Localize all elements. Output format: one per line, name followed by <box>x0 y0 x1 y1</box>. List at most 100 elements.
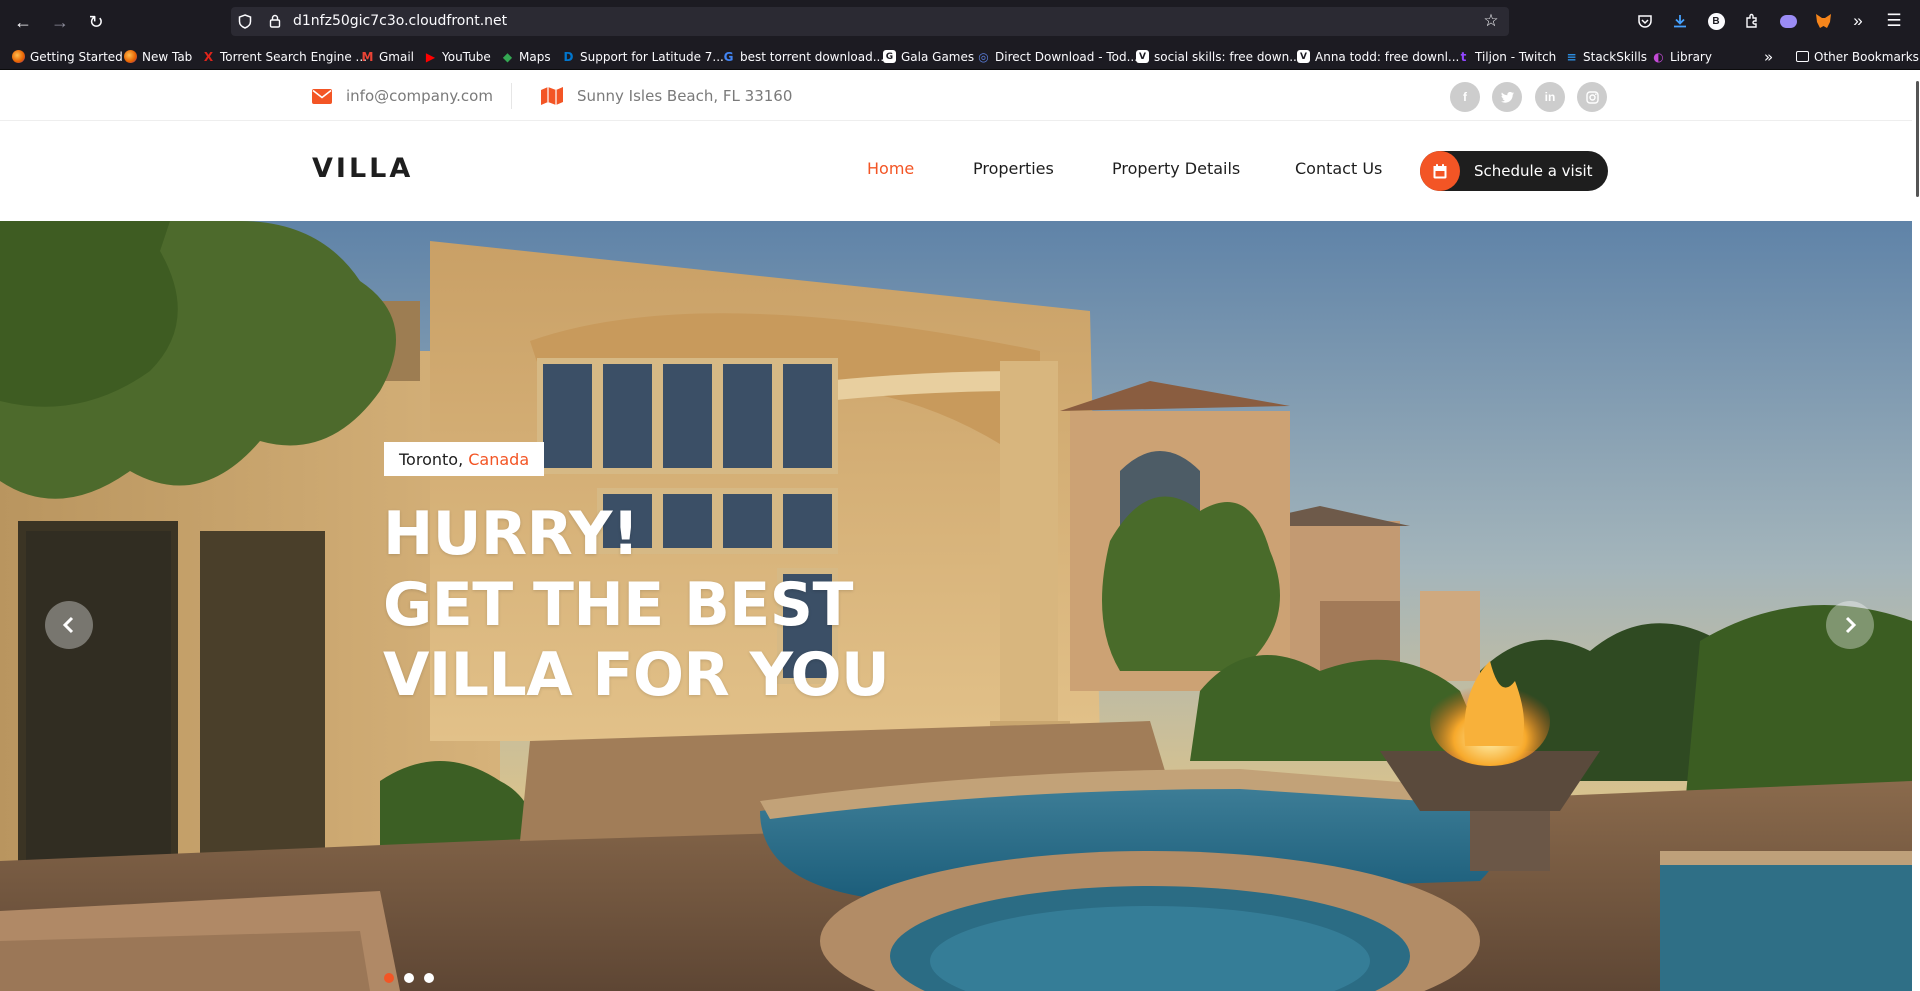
account-icon[interactable]: B <box>1706 11 1726 31</box>
bookmark-label: Anna todd: free downl... <box>1315 49 1460 64</box>
chevron-right-icon <box>1845 616 1857 634</box>
slide-indicator-dot[interactable] <box>404 973 414 983</box>
email-info[interactable]: info@company.com <box>312 84 493 108</box>
bookmark-item[interactable]: New Tab <box>124 48 192 65</box>
browser-toolbar: ← → ↻ d1nfz50gic7c3o.cloudfront.net ☆ B … <box>0 0 1920 43</box>
bookmarks-toolbar: Getting Started New Tab X Torrent Search En… <box>0 43 1920 70</box>
prev-slide-button[interactable] <box>45 601 93 649</box>
bookmark-label: Maps <box>519 49 551 64</box>
metamask-icon[interactable] <box>1813 11 1833 31</box>
download-icon[interactable] <box>1670 11 1690 31</box>
facebook-icon[interactable]: f <box>1450 82 1480 112</box>
youtube-icon: ▶ <box>425 49 436 64</box>
other-bookmarks[interactable]: Other Bookmarks <box>1796 48 1919 65</box>
bookmark-label: Support for Latitude 7... <box>580 49 724 64</box>
maps-icon: ◆ <box>502 49 513 64</box>
linkedin-icon[interactable]: in <box>1535 82 1565 112</box>
firefox-icon <box>12 50 25 63</box>
v-icon: V <box>1136 50 1149 63</box>
firefox-icon <box>124 50 137 63</box>
page-scrollbar[interactable] <box>1912 71 1920 991</box>
extensions-icon[interactable] <box>1742 11 1762 31</box>
logo[interactable]: VILLA <box>312 153 413 184</box>
overflow-chevron-icon[interactable]: » <box>1848 11 1868 31</box>
instagram-icon[interactable] <box>1577 82 1607 112</box>
forward-icon[interactable]: → <box>47 9 73 35</box>
bookmark-item[interactable]: ≡ StackSkills <box>1565 48 1647 65</box>
info-divider <box>511 83 512 109</box>
pocket-icon[interactable] <box>1635 11 1655 31</box>
address-info: Sunny Isles Beach, FL 33160 <box>541 84 792 108</box>
scrollbar-thumb[interactable] <box>1916 81 1919 197</box>
other-bookmarks-label: Other Bookmarks <box>1814 49 1919 64</box>
hero-slider: Toronto, Canada HURRY! GET THE BEST VILL… <box>0 221 1912 991</box>
sub-header: info@company.com Sunny Isles Beach, FL 3… <box>0 71 1912 121</box>
bookmark-item[interactable]: ◆ Maps <box>501 48 551 65</box>
hero-villa-image <box>0 221 1912 991</box>
bookmark-item[interactable]: ▶ YouTube <box>424 48 491 65</box>
gala-icon: G <box>883 50 896 63</box>
nav-contact-us[interactable]: Contact Us <box>1295 159 1382 178</box>
location-badge: Toronto, Canada <box>384 442 545 476</box>
twitter-icon[interactable] <box>1492 82 1522 112</box>
menu-icon[interactable]: ☰ <box>1884 11 1904 31</box>
bookmark-label: Torrent Search Engine ... <box>220 49 367 64</box>
bookmark-item[interactable]: G Gala Games <box>883 48 974 65</box>
bookmark-item[interactable]: Gbest torrent download... <box>722 48 885 65</box>
gmail-icon: M <box>361 49 374 64</box>
bookmark-label: Tiljon - Twitch <box>1475 49 1557 64</box>
schedule-visit-button[interactable]: Schedule a visit <box>1420 151 1608 191</box>
v-icon: V <box>1297 50 1310 63</box>
page-viewport: info@company.com Sunny Isles Beach, FL 3… <box>0 71 1920 991</box>
star-icon[interactable]: ☆ <box>1481 11 1501 31</box>
nav-property-details[interactable]: Property Details <box>1112 159 1240 178</box>
envelope-icon <box>312 88 332 104</box>
address-bar[interactable]: d1nfz50gic7c3o.cloudfront.net ☆ <box>231 7 1509 36</box>
calendar-icon <box>1420 151 1460 191</box>
hero-headline-line-3: VILLA FOR YOU <box>383 640 890 710</box>
map-icon <box>541 87 563 105</box>
bookmark-item[interactable]: Getting Started <box>12 48 123 65</box>
x-icon: X <box>203 49 214 64</box>
next-slide-button[interactable] <box>1826 601 1874 649</box>
globe-icon: ◎ <box>978 49 989 64</box>
main-header: VILLA Home Properties Property Details C… <box>0 121 1912 220</box>
url-text[interactable]: d1nfz50gic7c3o.cloudfront.net <box>293 13 507 29</box>
stackskills-icon: ≡ <box>1566 49 1577 64</box>
location-city: Toronto, <box>399 449 464 469</box>
email-text: info@company.com <box>346 87 493 105</box>
folder-icon <box>1796 51 1809 62</box>
reload-icon[interactable]: ↻ <box>83 9 109 35</box>
shield-icon[interactable] <box>235 11 255 31</box>
address-text: Sunny Isles Beach, FL 33160 <box>577 87 793 105</box>
slide-indicator-dot[interactable] <box>424 973 434 983</box>
lock-icon[interactable] <box>265 11 285 31</box>
bookmark-item[interactable]: ◎ Direct Download - Tod... <box>977 48 1138 65</box>
twitch-icon: t <box>1460 49 1467 64</box>
nav-home[interactable]: Home <box>867 159 914 178</box>
purple-extension-icon[interactable] <box>1778 11 1798 31</box>
bookmark-label: Direct Download - Tod... <box>995 49 1139 64</box>
google-icon: G <box>723 49 734 64</box>
bookmark-label: Getting Started <box>30 49 123 64</box>
bookmark-item[interactable]: ◐ Library <box>1652 48 1712 65</box>
bookmark-item[interactable]: Vsocial skills: free down... <box>1136 48 1301 65</box>
bookmark-item[interactable]: M Gmail <box>361 48 415 65</box>
bookmarks-overflow-icon[interactable]: » <box>1764 48 1773 66</box>
bookmark-label: social skills: free down... <box>1154 49 1301 64</box>
bookmark-item[interactable]: V Anna todd: free downl... <box>1297 48 1459 65</box>
bookmark-label: Library <box>1670 49 1712 64</box>
back-icon[interactable]: ← <box>10 9 36 35</box>
slide-indicator-dot[interactable] <box>384 973 394 983</box>
bookmark-label: Gmail <box>379 49 415 64</box>
bookmark-item[interactable]: D Support for Latitude 7... <box>562 48 724 65</box>
library-icon: ◐ <box>1653 49 1664 64</box>
dell-icon: D <box>563 49 574 64</box>
bookmark-item[interactable]: t Tiljon - Twitch <box>1457 48 1557 65</box>
chevron-left-icon <box>62 616 74 634</box>
schedule-visit-label: Schedule a visit <box>1474 162 1593 180</box>
hero-headline-line-2: GET THE BEST <box>383 570 853 640</box>
bookmark-item[interactable]: X Torrent Search Engine ... <box>202 48 367 65</box>
bookmark-label: Gala Games <box>901 49 975 64</box>
nav-properties[interactable]: Properties <box>973 159 1054 178</box>
